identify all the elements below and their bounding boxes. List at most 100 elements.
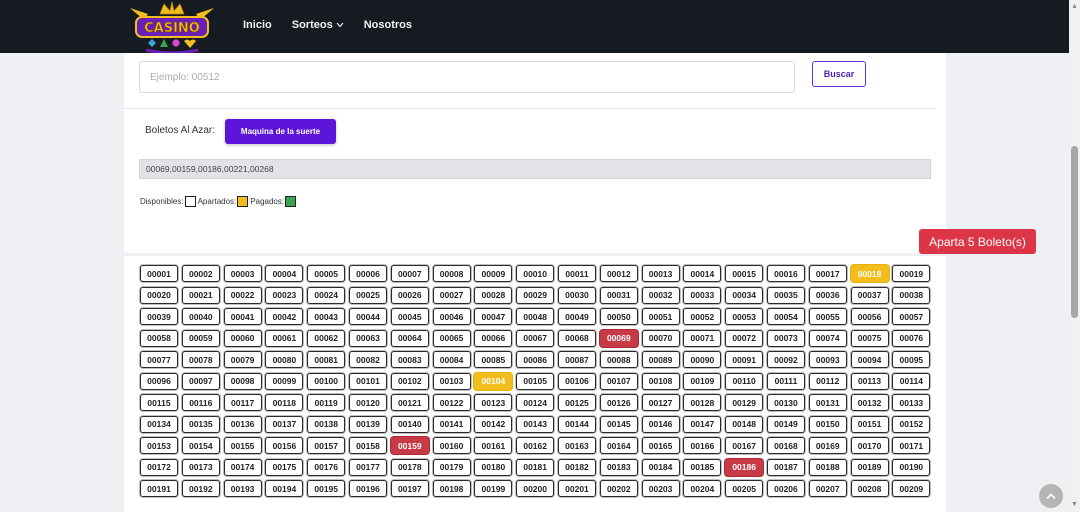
ticket-00047[interactable]: 00047 <box>474 308 513 325</box>
ticket-00065[interactable]: 00065 <box>432 329 471 347</box>
ticket-00127[interactable]: 00127 <box>641 394 680 411</box>
ticket-00089[interactable]: 00089 <box>641 351 680 368</box>
ticket-00166[interactable]: 00166 <box>683 437 722 454</box>
ticket-00079[interactable]: 00079 <box>223 351 262 368</box>
ticket-00191[interactable]: 00191 <box>140 480 178 497</box>
ticket-00034[interactable]: 00034 <box>725 286 764 304</box>
ticket-00057[interactable]: 00057 <box>892 308 931 325</box>
ticket-00074[interactable]: 00074 <box>808 329 847 347</box>
ticket-00051[interactable]: 00051 <box>641 308 680 325</box>
ticket-00165[interactable]: 00165 <box>641 437 680 454</box>
ticket-00021[interactable]: 00021 <box>181 286 220 304</box>
ticket-00135[interactable]: 00135 <box>181 415 220 433</box>
ticket-00101[interactable]: 00101 <box>348 372 387 390</box>
ticket-00006[interactable]: 00006 <box>348 265 387 282</box>
ticket-00111[interactable]: 00111 <box>766 372 805 390</box>
ticket-00158[interactable]: 00158 <box>348 437 387 454</box>
ticket-00088[interactable]: 00088 <box>599 351 638 368</box>
ticket-00011[interactable]: 00011 <box>557 265 596 282</box>
ticket-00086[interactable]: 00086 <box>516 351 555 368</box>
ticket-00010[interactable]: 00010 <box>516 265 555 282</box>
ticket-00016[interactable]: 00016 <box>766 265 805 282</box>
ticket-00041[interactable]: 00041 <box>223 308 262 325</box>
ticket-00137[interactable]: 00137 <box>265 415 304 433</box>
ticket-00118[interactable]: 00118 <box>265 394 304 411</box>
ticket-00081[interactable]: 00081 <box>307 351 346 368</box>
ticket-00015[interactable]: 00015 <box>725 265 764 282</box>
ticket-00103[interactable]: 00103 <box>432 372 471 390</box>
ticket-00008[interactable]: 00008 <box>432 265 471 282</box>
ticket-00087[interactable]: 00087 <box>557 351 596 368</box>
ticket-00182[interactable]: 00182 <box>557 458 596 476</box>
ticket-00109[interactable]: 00109 <box>683 372 722 390</box>
ticket-00134[interactable]: 00134 <box>140 415 178 433</box>
ticket-00097[interactable]: 00097 <box>181 372 220 390</box>
ticket-00027[interactable]: 00027 <box>432 286 471 304</box>
ticket-00170[interactable]: 00170 <box>850 437 889 454</box>
ticket-00204[interactable]: 00204 <box>683 480 722 497</box>
ticket-00019[interactable]: 00019 <box>892 265 931 282</box>
ticket-00207[interactable]: 00207 <box>808 480 847 497</box>
ticket-00093[interactable]: 00093 <box>808 351 847 368</box>
ticket-00120[interactable]: 00120 <box>348 394 387 411</box>
ticket-00169[interactable]: 00169 <box>808 437 847 454</box>
ticket-00077[interactable]: 00077 <box>140 351 178 368</box>
ticket-00129[interactable]: 00129 <box>725 394 764 411</box>
ticket-00110[interactable]: 00110 <box>725 372 764 390</box>
ticket-00140[interactable]: 00140 <box>390 415 429 433</box>
ticket-00078[interactable]: 00078 <box>181 351 220 368</box>
ticket-00013[interactable]: 00013 <box>641 265 680 282</box>
ticket-00148[interactable]: 00148 <box>725 415 764 433</box>
scroll-up-arrow-icon[interactable]: ▲ <box>1069 2 1080 12</box>
ticket-00084[interactable]: 00084 <box>432 351 471 368</box>
ticket-00064[interactable]: 00064 <box>390 329 429 347</box>
ticket-00037[interactable]: 00037 <box>850 286 889 304</box>
ticket-00026[interactable]: 00026 <box>390 286 429 304</box>
ticket-00153[interactable]: 00153 <box>140 437 178 454</box>
ticket-00126[interactable]: 00126 <box>599 394 638 411</box>
search-button[interactable]: Buscar <box>812 61 866 87</box>
nav-item-sorteos[interactable]: Sorteos <box>292 19 344 31</box>
ticket-00136[interactable]: 00136 <box>223 415 262 433</box>
ticket-00187[interactable]: 00187 <box>766 458 805 476</box>
ticket-00073[interactable]: 00073 <box>766 329 805 347</box>
ticket-00075[interactable]: 00075 <box>850 329 889 347</box>
ticket-00150[interactable]: 00150 <box>808 415 847 433</box>
ticket-00039[interactable]: 00039 <box>140 308 178 325</box>
ticket-00201[interactable]: 00201 <box>557 480 596 497</box>
ticket-00142[interactable]: 00142 <box>474 415 513 433</box>
ticket-00082[interactable]: 00082 <box>348 351 387 368</box>
ticket-00209[interactable]: 00209 <box>892 480 931 497</box>
ticket-00025[interactable]: 00025 <box>348 286 387 304</box>
ticket-00122[interactable]: 00122 <box>432 394 471 411</box>
page-scrollbar[interactable]: ▲ ▼ <box>1069 0 1080 512</box>
ticket-00022[interactable]: 00022 <box>223 286 262 304</box>
ticket-00044[interactable]: 00044 <box>348 308 387 325</box>
ticket-00195[interactable]: 00195 <box>307 480 346 497</box>
ticket-00198[interactable]: 00198 <box>432 480 471 497</box>
ticket-00119[interactable]: 00119 <box>307 394 346 411</box>
ticket-00197[interactable]: 00197 <box>390 480 429 497</box>
ticket-00045[interactable]: 00045 <box>390 308 429 325</box>
ticket-00199[interactable]: 00199 <box>474 480 513 497</box>
ticket-00115[interactable]: 00115 <box>140 394 178 411</box>
ticket-00096[interactable]: 00096 <box>140 372 178 390</box>
ticket-00184[interactable]: 00184 <box>641 458 680 476</box>
ticket-00151[interactable]: 00151 <box>850 415 889 433</box>
ticket-00194[interactable]: 00194 <box>265 480 304 497</box>
ticket-00068[interactable]: 00068 <box>557 329 596 347</box>
ticket-00159[interactable]: 00159 <box>390 437 429 454</box>
ticket-00001[interactable]: 00001 <box>140 265 178 282</box>
ticket-00059[interactable]: 00059 <box>181 329 220 347</box>
ticket-00012[interactable]: 00012 <box>599 265 638 282</box>
ticket-00146[interactable]: 00146 <box>641 415 680 433</box>
ticket-00132[interactable]: 00132 <box>850 394 889 411</box>
ticket-00116[interactable]: 00116 <box>181 394 220 411</box>
ticket-00155[interactable]: 00155 <box>223 437 262 454</box>
ticket-00113[interactable]: 00113 <box>850 372 889 390</box>
ticket-00205[interactable]: 00205 <box>725 480 764 497</box>
nav-item-inicio[interactable]: Inicio <box>243 19 272 31</box>
ticket-00181[interactable]: 00181 <box>516 458 555 476</box>
ticket-00163[interactable]: 00163 <box>557 437 596 454</box>
ticket-00050[interactable]: 00050 <box>599 308 638 325</box>
